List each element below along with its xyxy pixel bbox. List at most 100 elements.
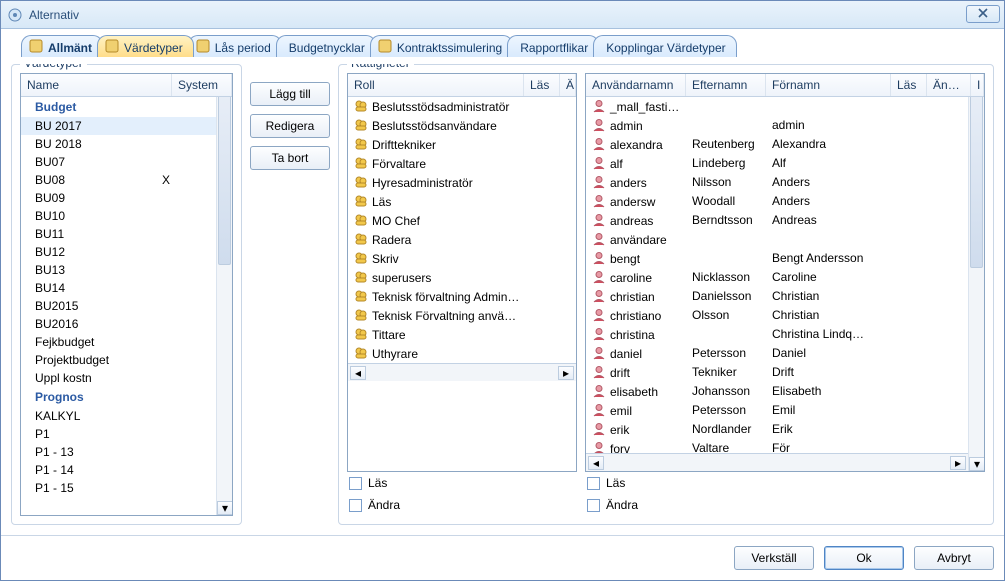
user-row[interactable]: anderswWoodallAnders <box>586 192 968 211</box>
user-row[interactable]: elisabethJohanssonElisabeth <box>586 382 968 401</box>
scroll-right-icon[interactable]: ▸ <box>950 456 966 470</box>
role-row[interactable]: Beslutsstödsadministratör <box>348 97 576 116</box>
apply-button[interactable]: Verkställ <box>734 546 814 570</box>
add-button[interactable]: Lägg till <box>250 82 330 106</box>
column-lastname-header[interactable]: Efternamn <box>686 74 766 96</box>
group-icon <box>354 137 368 151</box>
user-row[interactable]: driftTeknikerDrift <box>586 363 968 382</box>
scroll-right-icon[interactable]: ▸ <box>558 366 574 380</box>
value-type-row[interactable]: BU13 <box>21 261 216 279</box>
value-type-row[interactable]: Uppl kostn <box>21 369 216 387</box>
role-row[interactable]: Drifttekniker <box>348 135 576 154</box>
edit-button[interactable]: Redigera <box>250 114 330 138</box>
scroll-down-icon[interactable]: ▾ <box>217 501 233 515</box>
value-type-row[interactable]: P1 <box>21 425 216 443</box>
column-role-header[interactable]: Roll <box>348 74 524 96</box>
tab-v-rdetyper[interactable]: Värdetyper <box>97 35 194 57</box>
roles-read-checkbox[interactable]: Läs <box>347 472 577 494</box>
value-type-row[interactable]: BU10 <box>21 207 216 225</box>
user-row[interactable]: erikNordlanderErik <box>586 420 968 439</box>
user-row[interactable]: adminadmin <box>586 116 968 135</box>
tab-rapportflikar[interactable]: Rapportflikar <box>507 35 599 57</box>
cancel-button[interactable]: Avbryt <box>914 546 994 570</box>
value-type-row[interactable]: BU07 <box>21 153 216 171</box>
value-type-row[interactable]: BU 2017 <box>21 117 216 135</box>
value-type-row[interactable]: P1 - 14 <box>21 461 216 479</box>
value-type-row[interactable]: BU12 <box>21 243 216 261</box>
tab-kopplingar-v-rdetyper[interactable]: Kopplingar Värdetyper <box>593 35 736 57</box>
users-vscrollbar[interactable]: ▴ ▾ <box>968 74 984 471</box>
user-icon <box>592 213 606 227</box>
role-row[interactable]: superusers <box>348 268 576 287</box>
users-read-checkbox[interactable]: Läs <box>585 472 985 494</box>
value-type-system <box>156 480 216 496</box>
column-role-edit-header[interactable]: Ä <box>560 74 576 96</box>
roles-edit-checkbox[interactable]: Ändra <box>347 494 577 516</box>
column-user-edit-header[interactable]: Ändra <box>927 74 971 96</box>
scroll-left-icon[interactable]: ◂ <box>350 366 366 380</box>
tab-kontraktssimulering[interactable]: Kontraktssimulering <box>370 35 513 57</box>
ok-button[interactable]: Ok <box>824 546 904 570</box>
value-type-row[interactable]: BU14 <box>21 279 216 297</box>
close-button[interactable] <box>966 5 1000 23</box>
column-firstname-header[interactable]: Förnamn <box>766 74 891 96</box>
user-row[interactable]: christianDanielssonChristian <box>586 287 968 306</box>
value-type-row[interactable]: BU09 <box>21 189 216 207</box>
user-row[interactable]: alfLindebergAlf <box>586 154 968 173</box>
roles-hscrollbar[interactable]: ◂ ▸ <box>348 363 576 381</box>
user-row[interactable]: användare <box>586 230 968 249</box>
column-user-header[interactable]: Användarnamn <box>586 74 686 96</box>
role-row[interactable]: Radera <box>348 230 576 249</box>
role-row[interactable]: Läs <box>348 192 576 211</box>
value-type-row[interactable]: BU2016 <box>21 315 216 333</box>
user-row[interactable]: christianoOlssonChristian <box>586 306 968 325</box>
roles-list[interactable]: Roll Läs Ä BeslutsstödsadministratörBesl… <box>347 73 577 472</box>
user-row[interactable]: danielPeterssonDaniel <box>586 344 968 363</box>
scroll-left-icon[interactable]: ◂ <box>588 456 604 470</box>
user-username: drift <box>610 366 630 380</box>
value-type-row[interactable]: BU11 <box>21 225 216 243</box>
user-row[interactable]: christinaChristina Lindqvist <box>586 325 968 344</box>
column-role-read-header[interactable]: Läs <box>524 74 560 96</box>
value-type-row[interactable]: BU 2018 <box>21 135 216 153</box>
user-row[interactable]: bengtBengt Andersson <box>586 249 968 268</box>
column-name-header[interactable]: Name <box>21 74 172 96</box>
value-type-row[interactable]: BU08X <box>21 171 216 189</box>
user-row[interactable]: carolineNicklassonCaroline <box>586 268 968 287</box>
users-list[interactable]: Användarnamn Efternamn Förnamn Läs Ändra… <box>585 73 985 472</box>
value-types-list[interactable]: Name System BudgetBU 2017BU 2018BU07BU08… <box>20 73 233 516</box>
user-lastname: Petersson <box>686 345 766 362</box>
column-system-header[interactable]: System <box>172 74 232 96</box>
role-row[interactable]: Uthyrare <box>348 344 576 363</box>
users-hscrollbar[interactable]: ◂ ▸ <box>586 453 968 471</box>
role-row[interactable]: Förvaltare <box>348 154 576 173</box>
role-row[interactable]: Teknisk Förvaltning användare <box>348 306 576 325</box>
value-type-row[interactable]: BU2015 <box>21 297 216 315</box>
user-row[interactable]: andersNilssonAnders <box>586 173 968 192</box>
tab-budgetnycklar[interactable]: Budgetnycklar <box>276 35 376 57</box>
scroll-down-icon[interactable]: ▾ <box>969 457 985 471</box>
user-row[interactable]: andreasBerndtssonAndreas <box>586 211 968 230</box>
role-row[interactable]: Tittare <box>348 325 576 344</box>
role-row[interactable]: MO Chef <box>348 211 576 230</box>
user-row[interactable]: alexandraReutenbergAlexandra <box>586 135 968 154</box>
tab-l-s-period[interactable]: Lås period <box>188 35 282 57</box>
role-row[interactable]: Teknisk förvaltning Administratör <box>348 287 576 306</box>
role-row[interactable]: Skriv <box>348 249 576 268</box>
user-lastname: Tekniker <box>686 364 766 381</box>
delete-button[interactable]: Ta bort <box>250 146 330 170</box>
value-type-row[interactable]: Fejkbudget <box>21 333 216 351</box>
role-row[interactable]: Hyresadministratör <box>348 173 576 192</box>
user-row[interactable]: _mall_fastighetweb <box>586 97 968 116</box>
users-edit-checkbox[interactable]: Ändra <box>585 494 985 516</box>
role-row[interactable]: Beslutsstödsanvändare <box>348 116 576 135</box>
value-types-vscrollbar[interactable]: ▴ ▾ <box>216 74 232 515</box>
value-type-row[interactable]: KALKYL <box>21 407 216 425</box>
value-type-row[interactable]: P1 - 13 <box>21 443 216 461</box>
tab-allm-nt[interactable]: Allmänt <box>21 35 103 57</box>
value-type-row[interactable]: Projektbudget <box>21 351 216 369</box>
column-user-read-header[interactable]: Läs <box>891 74 927 96</box>
column-extra-header[interactable]: I <box>971 74 984 96</box>
value-type-row[interactable]: P1 - 15 <box>21 479 216 497</box>
user-row[interactable]: emilPeterssonEmil <box>586 401 968 420</box>
